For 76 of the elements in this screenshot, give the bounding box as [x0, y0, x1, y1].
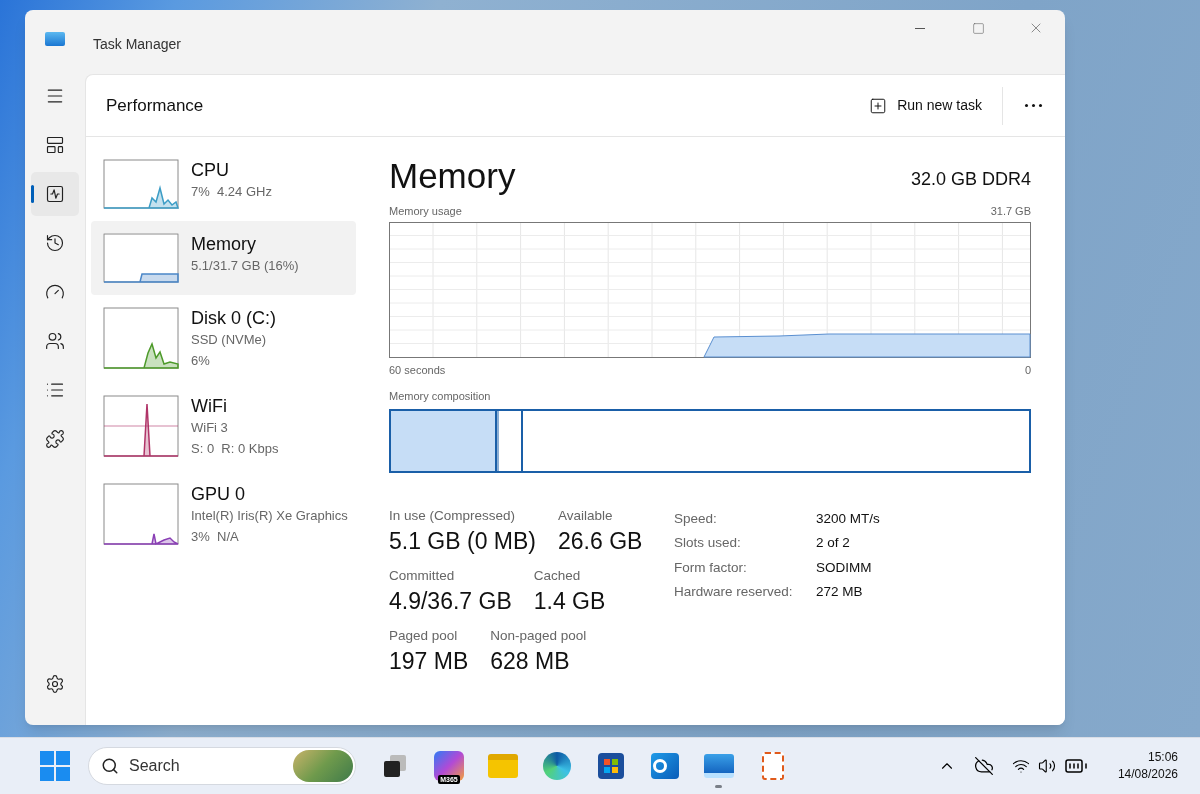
users-icon: [45, 331, 65, 351]
resource-item[interactable]: CPU 7% 4.24 GHz: [91, 147, 356, 221]
activity-icon: [45, 184, 65, 204]
stat-value: 4.9/36.7 GB: [389, 586, 512, 616]
resource-name: CPU: [191, 159, 230, 181]
resource-name: Memory: [191, 233, 257, 255]
axis-label: 0: [1024, 362, 1031, 378]
property-label: Slots used:: [674, 534, 742, 553]
search-bar[interactable]: Search: [88, 747, 356, 785]
resource-detail: SSD (NVMe): [191, 331, 268, 349]
resource-detail: 3% N/A: [191, 528, 240, 546]
cloud-off-icon[interactable]: [973, 756, 994, 776]
mail-app-icon[interactable]: [651, 753, 679, 779]
volume-icon[interactable]: [1037, 757, 1056, 775]
stat-value: 628 MB: [490, 646, 571, 676]
stat-value: 26.6 GB: [558, 526, 643, 556]
clock-date: 14/08/2026: [1117, 766, 1178, 783]
app-logo-icon: [45, 32, 65, 46]
search-icon: [101, 757, 119, 775]
stat-label: Non-paged pool: [490, 626, 587, 645]
chart-max-label: 31.7 GB: [990, 204, 1031, 219]
stat-label: In use (Compressed): [389, 506, 517, 525]
task-manager-icon[interactable]: [704, 754, 734, 778]
axis-label: 60 seconds: [389, 362, 446, 378]
minimize-icon: [915, 27, 925, 29]
settings-icon: [45, 674, 65, 694]
history-icon: [45, 233, 65, 253]
chart-label: Memory composition: [389, 389, 492, 404]
resource-item[interactable]: WiFi WiFi 3 S: 0 R: 0 Kbps: [91, 383, 356, 471]
memory-spec: 32.0 GB DDR4: [910, 168, 1031, 191]
resource-item[interactable]: GPU 0 Intel(R) Iris(R) Xe Graphics 3% N/A: [91, 471, 356, 559]
resource-detail: S: 0 R: 0 Kbps: [191, 440, 279, 458]
stat-label: Cached: [533, 566, 582, 585]
property-value: 272 MB: [816, 583, 863, 602]
stat-value: 197 MB: [389, 646, 469, 676]
maximize-icon: [971, 21, 985, 35]
resource-detail: Intel(R) Iris(R) Xe Graphics: [191, 507, 348, 525]
puzzle-icon: [45, 429, 65, 449]
run-new-task-button[interactable]: Run new task: [859, 87, 992, 124]
stat-label: Available: [558, 506, 614, 525]
selection-indicator: [31, 185, 34, 203]
property-value: SODIMM: [816, 558, 872, 577]
page-title: Performance: [106, 94, 204, 117]
store-icon[interactable]: [598, 753, 624, 779]
start-button[interactable]: [40, 751, 70, 781]
property-label: Speed:: [674, 509, 718, 528]
browser-icon[interactable]: [543, 752, 571, 780]
resource-name: Disk 0 (C:): [191, 307, 276, 329]
clock[interactable]: 15:06 14/08/2026: [1117, 749, 1178, 783]
property-value: 2 of 2: [816, 534, 850, 553]
nav-button[interactable]: [31, 172, 79, 216]
resource-detail: 5.1/31.7 GB (16%): [191, 257, 299, 275]
search-input[interactable]: Search: [129, 754, 279, 778]
window-title: Task Manager: [93, 35, 181, 54]
more-icon: [1024, 104, 1042, 107]
new-task-icon: [869, 96, 888, 115]
resource-name: WiFi: [191, 395, 228, 417]
stat-value: 5.1 GB (0 MB): [389, 526, 536, 556]
detail-title: Memory: [389, 155, 516, 197]
resource-detail: 6%: [191, 352, 211, 370]
stat-value: 1.4 GB: [533, 586, 606, 616]
resource-item[interactable]: Disk 0 (C:) SSD (NVMe) 6%: [91, 295, 356, 383]
resource-name: GPU 0: [191, 483, 247, 505]
resource-detail: WiFi 3: [191, 419, 229, 437]
stat-label: Committed: [389, 566, 456, 585]
grid-icon: [45, 135, 65, 155]
window-stack-icon[interactable]: [384, 755, 406, 777]
chart-label: Memory usage: [389, 204, 462, 219]
clock-time: 15:06: [1147, 749, 1178, 766]
property-value: 3200 MT/s: [816, 509, 880, 528]
resource-item[interactable]: Memory 5.1/31.7 GB (16%): [91, 221, 356, 295]
stat-label: Paged pool: [389, 626, 459, 645]
property-label: Hardware reserved:: [674, 583, 794, 602]
resource-detail: 7% 4.24 GHz: [191, 183, 272, 201]
property-label: Form factor:: [674, 558, 748, 577]
search-highlight-picture: [293, 750, 353, 782]
